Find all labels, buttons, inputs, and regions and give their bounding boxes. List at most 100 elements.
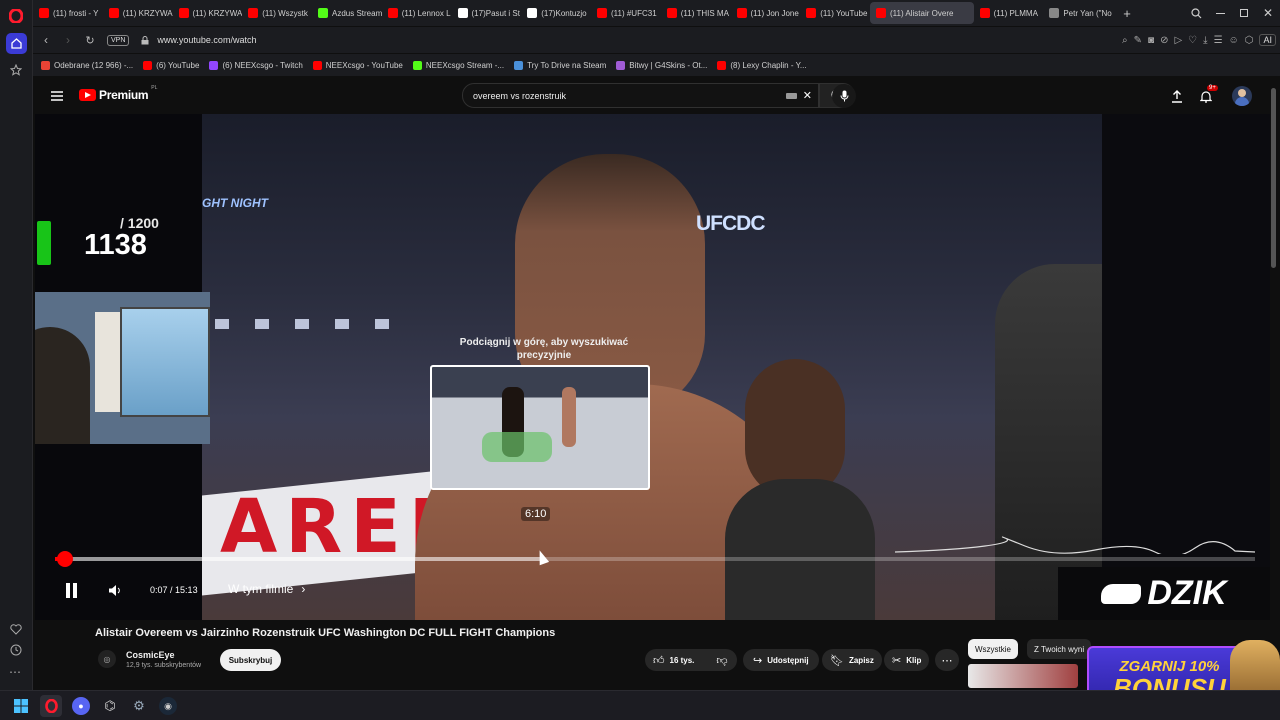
more-actions-button[interactable]: ⋯ bbox=[935, 649, 959, 671]
history-icon[interactable] bbox=[8, 642, 24, 658]
upload-icon[interactable] bbox=[1168, 87, 1186, 105]
search-box[interactable]: overeem vs rozenstruik ✕ bbox=[462, 83, 819, 108]
camera-icon[interactable]: ◙ bbox=[1148, 35, 1154, 46]
reload-icon[interactable]: ↻ bbox=[79, 29, 101, 51]
progress-track[interactable] bbox=[55, 551, 1255, 567]
browser-tab[interactable]: (11) PLMMA bbox=[974, 2, 1044, 24]
crowd-lights bbox=[215, 319, 415, 329]
browser-tab[interactable]: (11) Lennox L bbox=[382, 2, 452, 24]
extension-icon[interactable]: ⬡ bbox=[1245, 35, 1254, 46]
bookmark-favicon-icon bbox=[412, 60, 422, 70]
progress-scrubber[interactable] bbox=[56, 551, 73, 567]
chip-from-search[interactable]: Z Twoich wyni bbox=[1027, 639, 1092, 659]
browser-tab[interactable]: (11) Alistair Overe bbox=[870, 2, 974, 24]
opera-logo-icon[interactable] bbox=[8, 8, 24, 24]
browser-tab[interactable]: (11) KRZYWA bbox=[173, 2, 242, 24]
browser-tab[interactable]: (11) KRZYWA bbox=[103, 2, 173, 24]
bookmark-item[interactable]: (6) YouTube bbox=[143, 60, 200, 70]
keyboard-icon[interactable] bbox=[785, 92, 797, 99]
steam-icon[interactable]: ◉ bbox=[159, 697, 177, 715]
tab-label: (17)Pasut i St bbox=[471, 8, 520, 18]
bookmark-item[interactable]: (8) Lexy Chaplin - Y... bbox=[717, 60, 807, 70]
browser-tab[interactable]: (11) Jon Jone bbox=[731, 2, 801, 24]
settings-gear-icon[interactable]: ⚙ bbox=[130, 697, 148, 715]
volume-button[interactable] bbox=[105, 580, 125, 600]
in-video-chapters-button[interactable]: W tym filmie › bbox=[228, 582, 305, 596]
microphone-icon[interactable] bbox=[832, 84, 856, 108]
discord-icon[interactable]: ● bbox=[72, 697, 90, 715]
browser-tab[interactable]: (11) #UFC31 bbox=[591, 2, 661, 24]
minimize-icon[interactable] bbox=[1208, 3, 1232, 23]
bull-icon bbox=[1101, 583, 1142, 604]
windows-start-icon[interactable] bbox=[13, 698, 29, 714]
clear-search-icon[interactable]: ✕ bbox=[803, 89, 812, 102]
restore-icon[interactable] bbox=[1232, 3, 1256, 23]
search-input[interactable]: overeem vs rozenstruik bbox=[473, 91, 566, 101]
profile-icon[interactable]: ☺ bbox=[1229, 35, 1239, 46]
player-icon[interactable]: ▷ bbox=[1174, 35, 1182, 46]
bookmark-label: (6) YouTube bbox=[156, 60, 200, 70]
tab-favicon-icon bbox=[979, 8, 990, 18]
browser-tab[interactable]: (11) YouTube bbox=[800, 2, 870, 24]
bookmark-item[interactable]: Try To Drive na Steam bbox=[514, 60, 607, 70]
youtube-logo[interactable]: Premium PL bbox=[79, 85, 157, 102]
bookmark-label: Try To Drive na Steam bbox=[527, 60, 607, 70]
tab-favicon-icon bbox=[457, 8, 468, 18]
bookmark-item[interactable]: NEEXcsgo - YouTube bbox=[312, 60, 403, 70]
close-window-icon[interactable]: ✕ bbox=[1256, 3, 1280, 23]
in-video-label: W tym filmie bbox=[228, 582, 294, 596]
video-player[interactable]: AREN GHT NIGHT UFCDC / 1200 1138 Podciąg… bbox=[35, 114, 1270, 620]
browser-tab[interactable]: Petr Yan ("No bbox=[1043, 2, 1113, 24]
star-icon[interactable] bbox=[8, 62, 24, 78]
tab-favicon-icon bbox=[527, 8, 538, 18]
browser-tab[interactable]: (17)Pasut i St bbox=[452, 2, 522, 24]
browser-tab[interactable]: Azdus Stream bbox=[312, 2, 382, 24]
bookmark-item[interactable]: (6) NEEXcsgo - Twitch bbox=[209, 60, 303, 70]
bookmark-item[interactable]: Bitwy | G4Skins - Ot... bbox=[616, 60, 707, 70]
tab-search-icon[interactable] bbox=[1184, 3, 1208, 23]
chip-all[interactable]: Wszystkie bbox=[968, 639, 1018, 659]
download-icon[interactable]: ⤓ bbox=[1203, 35, 1207, 46]
browser-tab[interactable]: (11) frosti - Y bbox=[33, 2, 103, 24]
recommended-thumbnail[interactable] bbox=[968, 664, 1078, 688]
page-scrollbar[interactable] bbox=[1271, 88, 1276, 268]
browser-tab[interactable]: (11) Wszystk bbox=[242, 2, 312, 24]
ai-button[interactable]: AI bbox=[1259, 34, 1276, 46]
bookmark-heart-icon[interactable]: ♡ bbox=[1188, 35, 1197, 46]
heart-icon[interactable] bbox=[8, 621, 24, 637]
dislike-button[interactable]: 👎︎ bbox=[707, 649, 737, 671]
tab-label: (11) #UFC31 bbox=[611, 8, 657, 18]
bookmark-item[interactable]: Odebrane (12 966) -... bbox=[41, 60, 134, 70]
browser-tab[interactable]: (11) THIS MA bbox=[661, 2, 731, 24]
hamburger-menu-icon[interactable] bbox=[49, 88, 65, 104]
vpn-badge[interactable]: VPN bbox=[107, 34, 130, 46]
subscriber-count: 12,9 tys. subskrybentów bbox=[126, 662, 202, 669]
menu-lines-icon[interactable]: ☰ bbox=[1214, 35, 1223, 46]
tab-label: (11) KRZYWA bbox=[122, 8, 173, 18]
channel-avatar[interactable]: ◎ bbox=[98, 650, 116, 668]
save-button[interactable]: 🔖︎ Zapisz bbox=[822, 649, 882, 671]
like-button[interactable]: 👍︎ 16 tys. bbox=[645, 649, 707, 671]
home-icon[interactable] bbox=[6, 33, 27, 54]
account-avatar[interactable] bbox=[1232, 86, 1252, 106]
more-icon[interactable]: ⋯ bbox=[9, 665, 21, 679]
back-icon[interactable]: ‹ bbox=[35, 29, 57, 51]
app-icon[interactable]: ⌬ bbox=[101, 697, 119, 715]
tab-favicon-icon bbox=[387, 8, 398, 18]
share-label: Udostępnij bbox=[767, 655, 809, 665]
forward-icon[interactable]: › bbox=[57, 29, 79, 51]
adblock-icon[interactable]: ⊘ bbox=[1160, 35, 1168, 46]
clip-button[interactable]: ✂ Klip bbox=[884, 649, 930, 671]
url-field[interactable]: www.youtube.com/watch bbox=[157, 35, 256, 45]
edit-icon[interactable]: ✎ bbox=[1134, 35, 1142, 46]
browser-tab[interactable]: (17)Kontuzjo bbox=[521, 2, 591, 24]
bookmark-item[interactable]: NEEXcsgo Stream -... bbox=[412, 60, 504, 70]
opera-taskbar-icon[interactable] bbox=[40, 695, 62, 717]
bookmark-label: Odebrane (12 966) -... bbox=[54, 60, 134, 70]
new-tab-button[interactable]: + bbox=[1119, 5, 1135, 21]
channel-name[interactable]: CosmicEye bbox=[126, 650, 175, 660]
share-button[interactable]: ↪ Udostępnij bbox=[743, 649, 819, 671]
pause-button[interactable] bbox=[60, 579, 82, 601]
subscribe-button[interactable]: Subskrybuj bbox=[220, 649, 281, 671]
zoom-icon[interactable]: ⌕ bbox=[1122, 35, 1128, 46]
